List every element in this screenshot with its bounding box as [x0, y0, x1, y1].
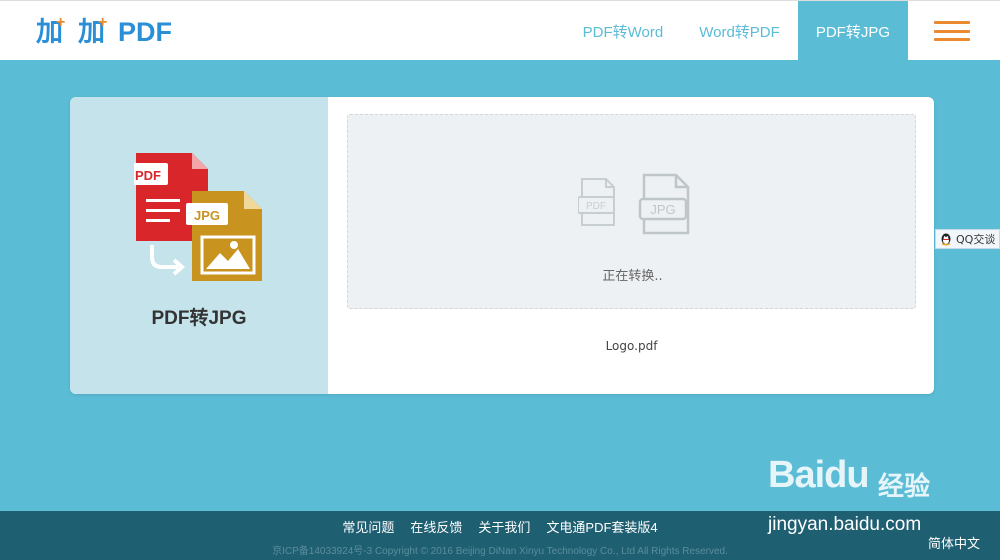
- footer-link-suite[interactable]: 文电通PDF套装版4: [546, 517, 657, 536]
- qq-penguin-icon: [941, 233, 951, 246]
- qq-chat-label: QQ交谈: [956, 233, 996, 246]
- svg-text:+: +: [56, 14, 65, 31]
- qq-chat-button[interactable]: QQ交谈: [935, 229, 1000, 249]
- uploaded-file-name: Logo.pdf: [605, 339, 658, 353]
- watermark-subbrand: 经验: [878, 472, 931, 502]
- pdf-badge-text: PDF: [135, 168, 161, 183]
- nav-pdf-to-word[interactable]: PDF转Word: [565, 1, 682, 61]
- pdf-file-icon: PDF: [578, 178, 615, 226]
- hamburger-menu-icon[interactable]: [934, 21, 970, 41]
- svg-text:+: +: [98, 14, 107, 31]
- site-logo[interactable]: 加 + 加 + PDF: [36, 13, 186, 49]
- svg-text:PDF: PDF: [586, 201, 606, 212]
- svg-text:PDF: PDF: [118, 17, 172, 47]
- language-switch[interactable]: 简体中文: [928, 533, 980, 552]
- converter-info-panel: PDF JPG PDF转JPG: [70, 97, 328, 394]
- main-nav: PDF转Word Word转PDF PDF转JPG: [565, 1, 908, 61]
- watermark-url: jingyan.baidu.com: [768, 514, 922, 535]
- pdf-to-jpg-icon: PDF JPG: [134, 153, 262, 281]
- jpg-file-icon: JPG: [638, 173, 690, 235]
- nav-pdf-to-jpg[interactable]: PDF转JPG: [797, 1, 908, 61]
- svg-text:JPG: JPG: [650, 202, 675, 217]
- copyright-text: 京ICP备14033924号-3 Copyright © 2016 Beijin…: [272, 546, 728, 557]
- footer-link-feedback[interactable]: 在线反馈: [410, 517, 462, 536]
- converting-files-icon: PDF JPG: [578, 173, 690, 235]
- converter-title: PDF转JPG: [151, 308, 247, 329]
- converter-card: PDF JPG PDF转JPG PDF JPG 正在转换.. Logo.pdf: [70, 97, 934, 394]
- conversion-status: 正在转换..: [602, 269, 663, 284]
- jpg-badge-text: JPG: [194, 208, 220, 223]
- footer-link-about[interactable]: 关于我们: [478, 517, 530, 536]
- footer-link-faq[interactable]: 常见问题: [342, 517, 394, 536]
- header: 加 + 加 + PDF PDF转Word Word转PDF PDF转JPG: [0, 0, 1000, 61]
- watermark-brand: Baidu: [768, 454, 870, 496]
- baidu-watermark: Baidu 经验: [768, 454, 968, 514]
- file-drop-zone[interactable]: PDF JPG 正在转换..: [347, 114, 916, 309]
- nav-word-to-pdf[interactable]: Word转PDF: [681, 1, 798, 61]
